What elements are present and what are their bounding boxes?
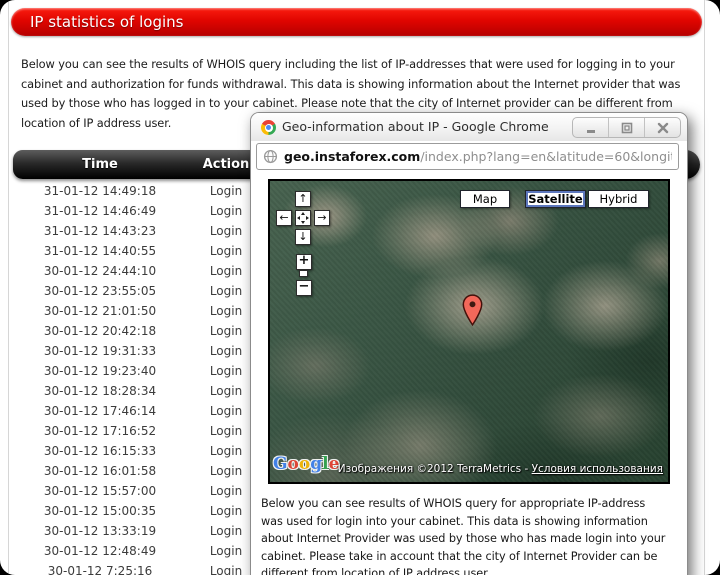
cell-time: 30-01-12 7:25:16 [29, 561, 171, 575]
map-canvas[interactable]: ↑ ← → ↓ + − Map Satellite Hybrid Google [268, 179, 670, 484]
url-text: geo.instaforex.com/index.php?lang=en&lat… [284, 149, 672, 164]
description-line: about Internet Provider was used by thos… [261, 530, 681, 548]
popup-description: Below you can see results of WHOIS query… [261, 495, 681, 575]
intro-line: cabinet and authorization for funds with… [21, 75, 703, 95]
pan-up-button[interactable]: ↑ [295, 191, 311, 207]
page-header: IP statistics of logins [11, 8, 702, 36]
description-line: different from location of IP address us… [261, 565, 681, 575]
description-line: cabinet. Please take in account that the… [261, 548, 681, 566]
arrow-down-icon: ↓ [298, 230, 307, 243]
cell-time: 30-01-12 12:48:49 [29, 541, 171, 561]
geo-popup-window: Geo-information about IP - Google Chrome [250, 112, 688, 575]
arrow-up-icon: ↑ [298, 192, 307, 205]
maximize-button[interactable] [608, 118, 644, 137]
map-attribution: Изображения ©2012 TerraMetrics - Условия… [338, 463, 663, 475]
page-right-border [704, 0, 705, 575]
cell-time: 30-01-12 13:33:19 [29, 521, 171, 541]
cell-time: 31-01-12 14:46:49 [29, 201, 171, 221]
cell-time: 30-01-12 20:42:18 [29, 321, 171, 341]
cell-time: 30-01-12 17:46:14 [29, 401, 171, 421]
google-logo-letter: g [310, 454, 322, 474]
zoom-in-button[interactable]: + [296, 254, 312, 270]
map-type-hybrid-button[interactable]: Hybrid [588, 190, 649, 208]
plus-icon: + [299, 253, 310, 268]
cell-time: 31-01-12 14:43:23 [29, 221, 171, 241]
chrome-logo-icon [261, 120, 276, 135]
google-logo-letter: o [288, 454, 299, 474]
zoom-out-button[interactable]: − [296, 280, 312, 296]
intro-line: Below you can see the results of WHOIS q… [21, 55, 703, 75]
url-host: geo.instaforex.com [284, 149, 420, 164]
popup-title-bar[interactable]: Geo-information about IP - Google Chrome [251, 113, 687, 141]
cell-time: 30-01-12 16:15:33 [29, 441, 171, 461]
cell-time: 30-01-12 15:00:35 [29, 501, 171, 521]
description-line: Below you can see results of WHOIS query… [261, 495, 681, 513]
page-left-border [8, 0, 9, 575]
cell-time: 30-01-12 21:01:50 [29, 301, 171, 321]
pan-down-button[interactable]: ↓ [295, 229, 311, 245]
cell-time: 30-01-12 16:01:58 [29, 461, 171, 481]
url-path: /index.php?lang=en&latitude=60&longitude… [420, 149, 672, 164]
pan-left-button[interactable]: ← [276, 210, 292, 226]
cell-time: 30-01-12 23:55:05 [29, 281, 171, 301]
map-marker-pin[interactable] [462, 293, 483, 327]
minimize-icon [583, 120, 599, 136]
map-type-map-button[interactable]: Map [460, 190, 510, 208]
cell-time: 30-01-12 19:23:40 [29, 361, 171, 381]
cell-time: 31-01-12 14:40:55 [29, 241, 171, 261]
close-button[interactable] [644, 118, 680, 137]
terms-of-use-link[interactable]: Условия использования [532, 463, 663, 475]
close-icon [655, 120, 671, 136]
page: IP statistics of logins Below you can se… [0, 0, 720, 575]
globe-icon [263, 149, 278, 164]
pan-center-button[interactable] [295, 210, 311, 226]
cell-time: 31-01-12 14:49:18 [29, 181, 171, 201]
google-logo-letter: o [299, 454, 310, 474]
page-title: IP statistics of logins [11, 8, 702, 36]
intro-line: used by those who has logged in to your … [21, 94, 703, 114]
google-logo[interactable]: Google [273, 454, 339, 474]
window-controls [572, 117, 681, 138]
pan-center-icon [297, 212, 309, 224]
address-bar[interactable]: geo.instaforex.com/index.php?lang=en&lat… [256, 143, 679, 170]
cell-time: 30-01-12 24:44:10 [29, 261, 171, 281]
description-line: was used for login into your cabinet. Th… [261, 513, 681, 531]
cell-time: 30-01-12 15:57:00 [29, 481, 171, 501]
attribution-text: Изображения ©2012 TerraMetrics - [338, 463, 532, 475]
minimize-button[interactable] [573, 118, 608, 137]
cell-time: 30-01-12 19:31:33 [29, 341, 171, 361]
cell-time: 30-01-12 17:16:52 [29, 421, 171, 441]
arrow-left-icon: ← [279, 211, 288, 224]
zoom-slider-handle[interactable] [299, 270, 308, 277]
arrow-right-icon: → [317, 211, 326, 224]
column-header-time: Time [29, 150, 171, 179]
cell-time: 30-01-12 18:28:34 [29, 381, 171, 401]
map-type-satellite-button[interactable]: Satellite [525, 190, 586, 208]
maximize-icon [619, 120, 635, 136]
pan-right-button[interactable]: → [314, 210, 330, 226]
minus-icon: − [299, 279, 310, 294]
popup-window-title: Geo-information about IP - Google Chrome [282, 113, 549, 141]
google-logo-letter: G [273, 454, 288, 474]
